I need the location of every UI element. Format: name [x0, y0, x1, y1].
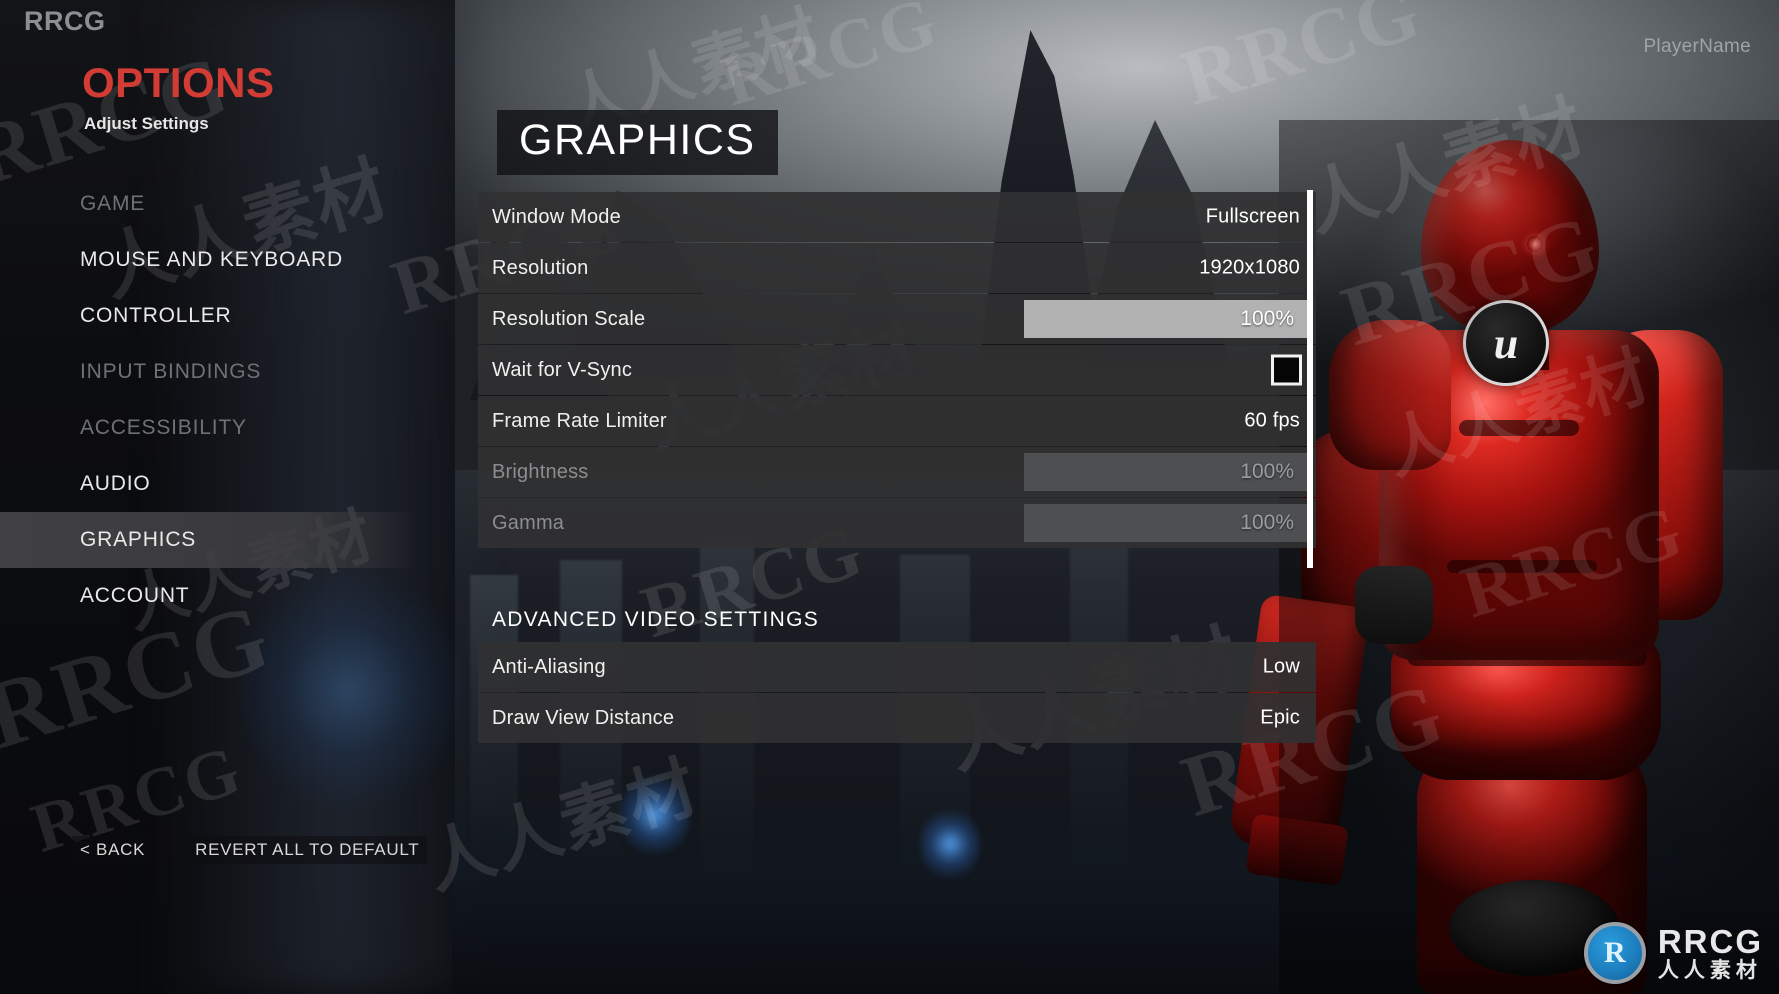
sidebar-item-label: INPUT BINDINGS [80, 360, 262, 383]
player-name-label: PlayerName [1643, 36, 1751, 57]
rrcg-logo-mark: R [1583, 922, 1646, 984]
sidebar-item-accessibility[interactable]: ACCESSIBILITY [0, 400, 420, 456]
setting-row-draw-view-distance[interactable]: Draw View Distance Epic [478, 693, 1316, 743]
setting-value: Epic [1260, 706, 1300, 729]
blue-glow-light [620, 770, 690, 860]
setting-row-resolution-scale[interactable]: Resolution Scale 100% [478, 294, 1316, 344]
back-button[interactable]: < BACK [72, 836, 154, 864]
character-left-shoulder [1329, 320, 1451, 470]
sidebar-item-mouse-and-keyboard[interactable]: MOUSE AND KEYBOARD [0, 232, 420, 288]
setting-slider[interactable]: 100% [1024, 300, 1308, 338]
setting-label: Frame Rate Limiter [492, 409, 667, 432]
page-subtitle: Adjust Settings [84, 114, 209, 133]
setting-value: 60 fps [1244, 409, 1300, 432]
blue-glow-light [920, 805, 980, 883]
character-abdomen-seam [1447, 560, 1597, 573]
sidebar-item-label: ACCESSIBILITY [80, 416, 247, 439]
page-section-title: GRAPHICS [519, 116, 756, 164]
revert-all-button[interactable]: REVERT ALL TO DEFAULT [187, 836, 428, 864]
unreal-chest-logo: u [1463, 300, 1549, 386]
advanced-settings-list: Anti-Aliasing Low Draw View Distance Epic [478, 642, 1316, 744]
sidebar-item-label: ACCOUNT [80, 584, 190, 607]
setting-label: Resolution [492, 256, 589, 279]
sidebar-item-audio[interactable]: AUDIO [0, 456, 420, 512]
rrcg-corner-logo: R RRCG 人人素材 [1583, 922, 1763, 984]
setting-row-frame-rate-limiter[interactable]: Frame Rate Limiter 60 fps [478, 396, 1316, 446]
section-title-container: GRAPHICS [497, 110, 778, 176]
setting-label: Brightness [492, 460, 589, 483]
setting-row-wait-for-v-sync[interactable]: Wait for V-Sync [478, 345, 1316, 395]
setting-value: Low [1262, 655, 1300, 678]
setting-value: Fullscreen [1205, 205, 1300, 228]
setting-slider-value: 100% [1240, 307, 1294, 330]
sidebar-footer-actions: < BACK REVERT ALL TO DEFAULT [0, 836, 455, 864]
setting-value: 1920x1080 [1199, 256, 1300, 279]
graphics-settings-list: Window Mode Fullscreen Resolution 1920x1080… [478, 192, 1316, 549]
rrcg-logo-tagline: 人人素材 [1657, 958, 1762, 983]
sidebar-item-label: AUDIO [80, 472, 151, 495]
settings-scrollbar[interactable] [1307, 190, 1313, 568]
setting-row-window-mode[interactable]: Window Mode Fullscreen [478, 192, 1316, 242]
page-title: OPTIONS [82, 59, 275, 106]
setting-slider: 100% [1024, 504, 1308, 542]
sidebar-item-game[interactable]: GAME [0, 176, 420, 232]
rrcg-logo-name: RRCG [1657, 922, 1763, 960]
sidebar-nav: GAME MOUSE AND KEYBOARD CONTROLLER INPUT BI… [0, 176, 420, 624]
setting-row-brightness[interactable]: Brightness 100% [478, 447, 1316, 497]
brand-label: RRCG [24, 6, 106, 36]
sidebar-item-label: CONTROLLER [80, 304, 232, 327]
advanced-video-settings-heading: ADVANCED VIDEO SETTINGS [492, 608, 820, 631]
sidebar-item-controller[interactable]: CONTROLLER [0, 288, 420, 344]
sidebar-item-label: MOUSE AND KEYBOARD [80, 248, 343, 271]
setting-row-anti-aliasing[interactable]: Anti-Aliasing Low [478, 642, 1316, 692]
character-eye [1527, 236, 1543, 252]
sidebar-item-label: GAME [80, 192, 146, 215]
sidebar-item-account[interactable]: ACCOUNT [0, 568, 420, 624]
game-options-screen: u RRCG RRCG RRCG RRCG RRCG RRCG RRCG RRC… [0, 0, 1779, 994]
setting-label: Anti-Aliasing [492, 655, 606, 678]
setting-label: Window Mode [492, 205, 621, 228]
options-sidebar: RRCG OPTIONS Adjust Settings GAME MOUSE A… [0, 0, 455, 994]
setting-checkbox[interactable] [1271, 354, 1302, 386]
setting-row-resolution[interactable]: Resolution 1920x1080 [478, 243, 1316, 293]
setting-label: Resolution Scale [492, 307, 646, 330]
setting-label: Draw View Distance [492, 706, 675, 729]
rrcg-logo-text: RRCG 人人素材 [1657, 922, 1763, 983]
setting-label: Wait for V-Sync [492, 358, 633, 381]
setting-row-gamma[interactable]: Gamma 100% [478, 498, 1316, 548]
character-hand [1355, 566, 1433, 644]
sidebar-item-input-bindings[interactable]: INPUT BINDINGS [0, 344, 420, 400]
setting-slider-value: 100% [1240, 511, 1294, 534]
sidebar-item-graphics[interactable]: GRAPHICS [0, 512, 420, 568]
setting-label: Gamma [492, 511, 565, 534]
sidebar-item-label: GRAPHICS [80, 528, 197, 551]
setting-slider-value: 100% [1240, 460, 1294, 483]
character-weapon-tip [1245, 813, 1349, 887]
character-chest-seam [1459, 420, 1579, 436]
setting-slider: 100% [1024, 453, 1308, 491]
